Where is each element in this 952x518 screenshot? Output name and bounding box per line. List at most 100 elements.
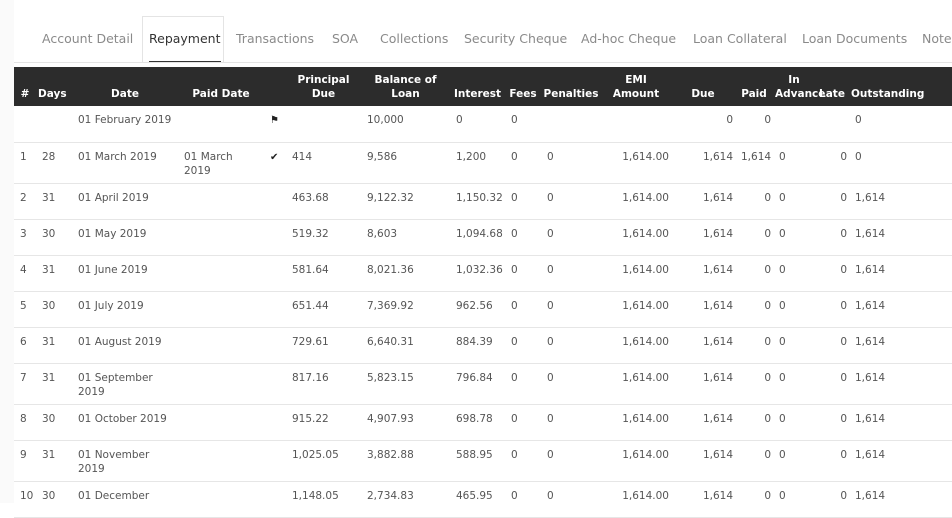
- row-balance: 5,823.15: [361, 363, 450, 405]
- row-interest: 0: [450, 106, 505, 143]
- row-outstanding: 1,614: [849, 219, 952, 256]
- row-outstanding: 0: [849, 142, 952, 184]
- row-due: 1,614: [671, 404, 735, 441]
- row-interest: 698.78: [450, 404, 505, 441]
- row-balance: 3,882.88: [361, 440, 450, 482]
- row-due: 1,614: [671, 291, 735, 328]
- row-date: 01 June 2019: [72, 255, 178, 292]
- row-emi-amount: [601, 106, 671, 143]
- row-status: [264, 327, 286, 364]
- table-row[interactable]: 7 31 01 September 2019 817.16 5,823.15 796.84…: [14, 363, 952, 405]
- row-emi-amount: 1,614.00: [601, 404, 671, 441]
- row-due: 1,614: [671, 481, 735, 518]
- row-outstanding: 1,614: [849, 327, 952, 364]
- tab-collections[interactable]: Collections: [380, 16, 448, 61]
- row-in-advance: 0: [773, 363, 815, 405]
- row-date: 01 December: [72, 481, 178, 518]
- schedule-body: 01 February 2019 ⚑ 10,000 0 0 0 0 0 1 28 01 March …: [14, 106, 952, 518]
- row-number: 3: [14, 219, 36, 256]
- row-principal-due: 915.22: [286, 404, 361, 441]
- table-row[interactable]: 10 30 01 December 1,148.05 2,734.83 465.95 0 0 1…: [14, 481, 952, 518]
- row-interest: 1,150.32: [450, 183, 505, 220]
- row-late: 0: [815, 291, 849, 328]
- row-paid: 0: [735, 440, 773, 482]
- row-days: 31: [36, 440, 72, 482]
- row-number: 5: [14, 291, 36, 328]
- row-number: 8: [14, 404, 36, 441]
- row-emi-amount: 1,614.00: [601, 363, 671, 405]
- row-status: [264, 404, 286, 441]
- table-row[interactable]: 2 31 01 April 2019 463.68 9,122.32 1,150.32 0 0…: [14, 183, 952, 220]
- tab-security-cheque[interactable]: Security Cheque: [464, 16, 567, 61]
- row-date: 01 November 2019: [72, 440, 178, 482]
- table-row[interactable]: 3 30 01 May 2019 519.32 8,603 1,094.68 0 0 1,614…: [14, 219, 952, 256]
- row-paid-date: [178, 291, 264, 328]
- row-outstanding: 1,614: [849, 481, 952, 518]
- table-row[interactable]: 8 30 01 October 2019 915.22 4,907.93 698.78 0 0…: [14, 404, 952, 441]
- row-balance: 2,734.83: [361, 481, 450, 518]
- row-penalties: 0: [541, 363, 601, 405]
- header-paid: Paid: [741, 88, 767, 100]
- row-paid: 0: [735, 481, 773, 518]
- row-interest: 796.84: [450, 363, 505, 405]
- row-penalties: 0: [541, 404, 601, 441]
- tab-loan-collateral[interactable]: Loan Collateral: [693, 16, 787, 61]
- row-emi-amount: 1,614.00: [601, 481, 671, 518]
- table-row[interactable]: 9 31 01 November 2019 1,025.05 3,882.88 588.9…: [14, 440, 952, 482]
- header-late: Late: [819, 88, 845, 100]
- table-row[interactable]: 4 31 01 June 2019 581.64 8,021.36 1,032.36 0 0 1…: [14, 255, 952, 292]
- row-in-advance: 0: [773, 255, 815, 292]
- row-balance: 9,586: [361, 142, 450, 184]
- row-principal-due: 817.16: [286, 363, 361, 405]
- row-paid-date: [178, 219, 264, 256]
- table-row[interactable]: 01 February 2019 ⚑ 10,000 0 0 0 0 0: [14, 106, 952, 143]
- row-paid: 0: [735, 183, 773, 220]
- row-in-advance: 0: [773, 440, 815, 482]
- row-due: 0: [671, 106, 735, 143]
- table-row[interactable]: 1 28 01 March 2019 01 March 2019 ✔ 414 9,586 1,…: [14, 142, 952, 184]
- row-paid-date: [178, 363, 264, 405]
- tab-bar: Account Detail Repayment Transactions SO…: [14, 0, 952, 63]
- row-due: 1,614: [671, 142, 735, 184]
- row-outstanding: 1,614: [849, 363, 952, 405]
- row-late: 0: [815, 255, 849, 292]
- row-late: 0: [815, 327, 849, 364]
- table-row[interactable]: 6 31 01 August 2019 729.61 6,640.31 884.39 0 0 1…: [14, 327, 952, 364]
- row-paid-date: [178, 481, 264, 518]
- header-due: Due: [691, 88, 715, 100]
- row-outstanding: 1,614: [849, 440, 952, 482]
- row-paid: 0: [735, 363, 773, 405]
- row-fees: 0: [505, 481, 541, 518]
- tab-account-detail[interactable]: Account Detail: [42, 16, 133, 61]
- row-fees: 0: [505, 106, 541, 143]
- row-number: 7: [14, 363, 36, 405]
- row-in-advance: 0: [773, 404, 815, 441]
- tab-adhoc-cheque[interactable]: Ad-hoc Cheque: [581, 16, 676, 61]
- row-principal-due: 1,148.05: [286, 481, 361, 518]
- row-balance: 7,369.92: [361, 291, 450, 328]
- tab-soa[interactable]: SOA: [332, 16, 358, 61]
- header-num: #: [20, 88, 30, 100]
- row-emi-amount: 1,614.00: [601, 183, 671, 220]
- row-interest: 465.95: [450, 481, 505, 518]
- row-paid: 0: [735, 219, 773, 256]
- row-paid-date: [178, 440, 264, 482]
- row-penalties: 0: [541, 481, 601, 518]
- header-penalties: Penalties: [543, 88, 599, 100]
- row-paid-date: [178, 183, 264, 220]
- tab-repayment[interactable]: Repayment: [149, 16, 221, 62]
- row-emi-amount: 1,614.00: [601, 255, 671, 292]
- table-row[interactable]: 5 30 01 July 2019 651.44 7,369.92 962.56 0 0 1,6…: [14, 291, 952, 328]
- tab-transactions[interactable]: Transactions: [236, 16, 314, 61]
- row-fees: 0: [505, 440, 541, 482]
- header-fees: Fees: [509, 88, 537, 100]
- row-fees: 0: [505, 142, 541, 184]
- tab-loan-documents[interactable]: Loan Documents: [802, 16, 907, 61]
- row-principal-due: [286, 106, 361, 143]
- row-number: 9: [14, 440, 36, 482]
- row-days: 31: [36, 363, 72, 405]
- row-emi-amount: 1,614.00: [601, 142, 671, 184]
- row-number: 6: [14, 327, 36, 364]
- header-paid-date: Paid Date: [192, 88, 250, 100]
- tab-note[interactable]: Note: [922, 16, 952, 61]
